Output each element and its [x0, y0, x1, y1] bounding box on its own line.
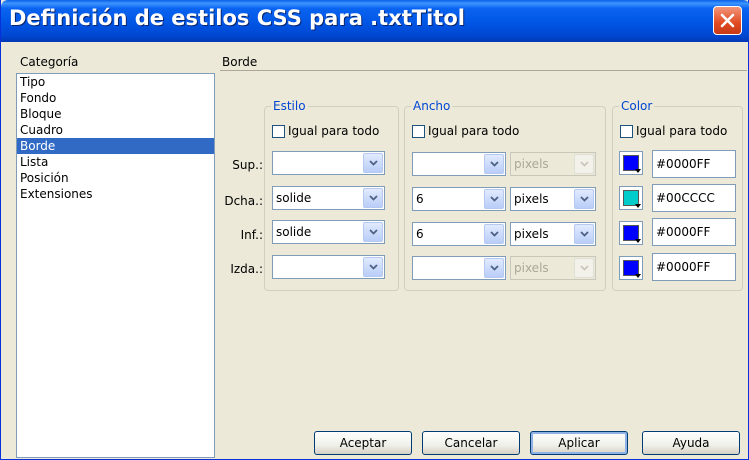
width-select-izda[interactable] [412, 256, 506, 280]
color-hex-inf[interactable]: #0000FF [652, 218, 736, 246]
ancho-same-box[interactable] [412, 124, 425, 138]
chevron-down-icon[interactable] [363, 188, 383, 208]
estilo-same-checkbox[interactable]: Igual para todo [272, 124, 379, 138]
ok-button[interactable]: Aceptar [314, 431, 412, 455]
estilo-group-title: Estilo [271, 99, 308, 113]
category-item-lista[interactable]: Lista [17, 154, 214, 170]
estilo-same-label: Igual para todo [288, 124, 380, 138]
ancho-same-label: Igual para todo [428, 124, 520, 138]
chevron-down-icon [574, 154, 594, 174]
row-label-inf: Inf.: [240, 228, 263, 242]
section-divider [220, 70, 747, 71]
estilo-same-box[interactable] [272, 124, 285, 138]
category-item-fondo[interactable]: Fondo [17, 90, 214, 106]
chevron-down-icon [635, 239, 641, 243]
chevron-down-icon[interactable] [484, 258, 504, 278]
cancel-button[interactable]: Cancelar [422, 431, 520, 455]
css-style-dialog: Definición de estilos CSS para .txtTitol… [0, 0, 749, 460]
color-picker-izda[interactable] [619, 256, 643, 280]
chevron-down-icon [635, 274, 641, 278]
color-same-box[interactable] [620, 124, 633, 138]
chevron-down-icon[interactable] [484, 224, 504, 244]
color-hex-value-inf: #0000FF [656, 225, 711, 239]
unit-select-izda: pixels [510, 256, 596, 280]
category-item-borde[interactable]: Borde [17, 138, 214, 154]
chevron-down-icon[interactable] [574, 189, 594, 209]
style-value-inf: solide [276, 225, 312, 239]
chevron-down-icon[interactable] [363, 222, 383, 242]
style-select-sup[interactable] [272, 151, 385, 175]
color-hex-value-izda: #0000FF [656, 260, 711, 274]
window-title: Definición de estilos CSS para .txtTitol [9, 6, 465, 30]
category-list[interactable]: Tipo Fondo Bloque Cuadro Borde Lista Pos… [16, 73, 215, 458]
style-value-dcha: solide [276, 191, 312, 205]
category-item-extensiones[interactable]: Extensiones [17, 186, 214, 202]
width-value-inf: 6 [416, 227, 424, 241]
category-label: Categoría [20, 55, 79, 69]
color-hex-izda[interactable]: #0000FF [652, 253, 736, 281]
style-select-inf[interactable]: solide [272, 220, 385, 244]
title-bar: Definición de estilos CSS para .txtTitol [1, 0, 749, 42]
category-item-cuadro[interactable]: Cuadro [17, 122, 214, 138]
unit-value-sup: pixels [514, 157, 549, 171]
chevron-down-icon[interactable] [574, 224, 594, 244]
chevron-down-icon[interactable] [363, 153, 383, 173]
help-button[interactable]: Ayuda [642, 431, 740, 455]
unit-select-inf[interactable]: pixels [510, 222, 596, 246]
color-picker-sup[interactable] [619, 151, 643, 175]
color-hex-value-sup: #0000FF [656, 157, 711, 171]
apply-button[interactable]: Aplicar [530, 431, 628, 455]
close-button[interactable] [713, 6, 742, 35]
close-icon [720, 13, 735, 28]
chevron-down-icon[interactable] [484, 189, 504, 209]
ancho-group-title: Ancho [411, 99, 453, 113]
category-item-tipo[interactable]: Tipo [17, 74, 214, 90]
color-same-label: Igual para todo [636, 124, 728, 138]
chevron-down-icon [574, 258, 594, 278]
chevron-down-icon[interactable] [484, 154, 504, 174]
color-hex-value-dcha: #00CCCC [656, 191, 715, 205]
category-item-posicion[interactable]: Posición [17, 170, 214, 186]
width-select-dcha[interactable]: 6 [412, 187, 506, 211]
width-value-dcha: 6 [416, 192, 424, 206]
color-hex-sup[interactable]: #0000FF [652, 150, 736, 178]
unit-select-dcha[interactable]: pixels [510, 187, 596, 211]
color-same-checkbox[interactable]: Igual para todo [620, 124, 727, 138]
chevron-down-icon[interactable] [363, 257, 383, 277]
width-select-inf[interactable]: 6 [412, 222, 506, 246]
unit-value-dcha: pixels [514, 192, 549, 206]
unit-value-inf: pixels [514, 227, 549, 241]
row-label-dcha: Dcha.: [224, 194, 263, 208]
section-title: Borde [222, 55, 258, 69]
style-select-dcha[interactable]: solide [272, 186, 385, 210]
ancho-same-checkbox[interactable]: Igual para todo [412, 124, 519, 138]
chevron-down-icon [635, 204, 641, 208]
chevron-down-icon [635, 169, 641, 173]
dialog-body: Categoría Borde Tipo Fondo Bloque Cuadro… [4, 42, 747, 458]
color-picker-inf[interactable] [619, 221, 643, 245]
row-label-izda: Izda.: [230, 262, 263, 276]
row-label-sup: Sup.: [232, 158, 263, 172]
unit-value-izda: pixels [514, 261, 549, 275]
unit-select-sup: pixels [510, 152, 596, 176]
color-group-title: Color [619, 99, 655, 113]
color-picker-dcha[interactable] [619, 186, 643, 210]
width-select-sup[interactable] [412, 152, 506, 176]
category-item-bloque[interactable]: Bloque [17, 106, 214, 122]
color-hex-dcha[interactable]: #00CCCC [652, 184, 736, 212]
style-select-izda[interactable] [272, 255, 385, 279]
